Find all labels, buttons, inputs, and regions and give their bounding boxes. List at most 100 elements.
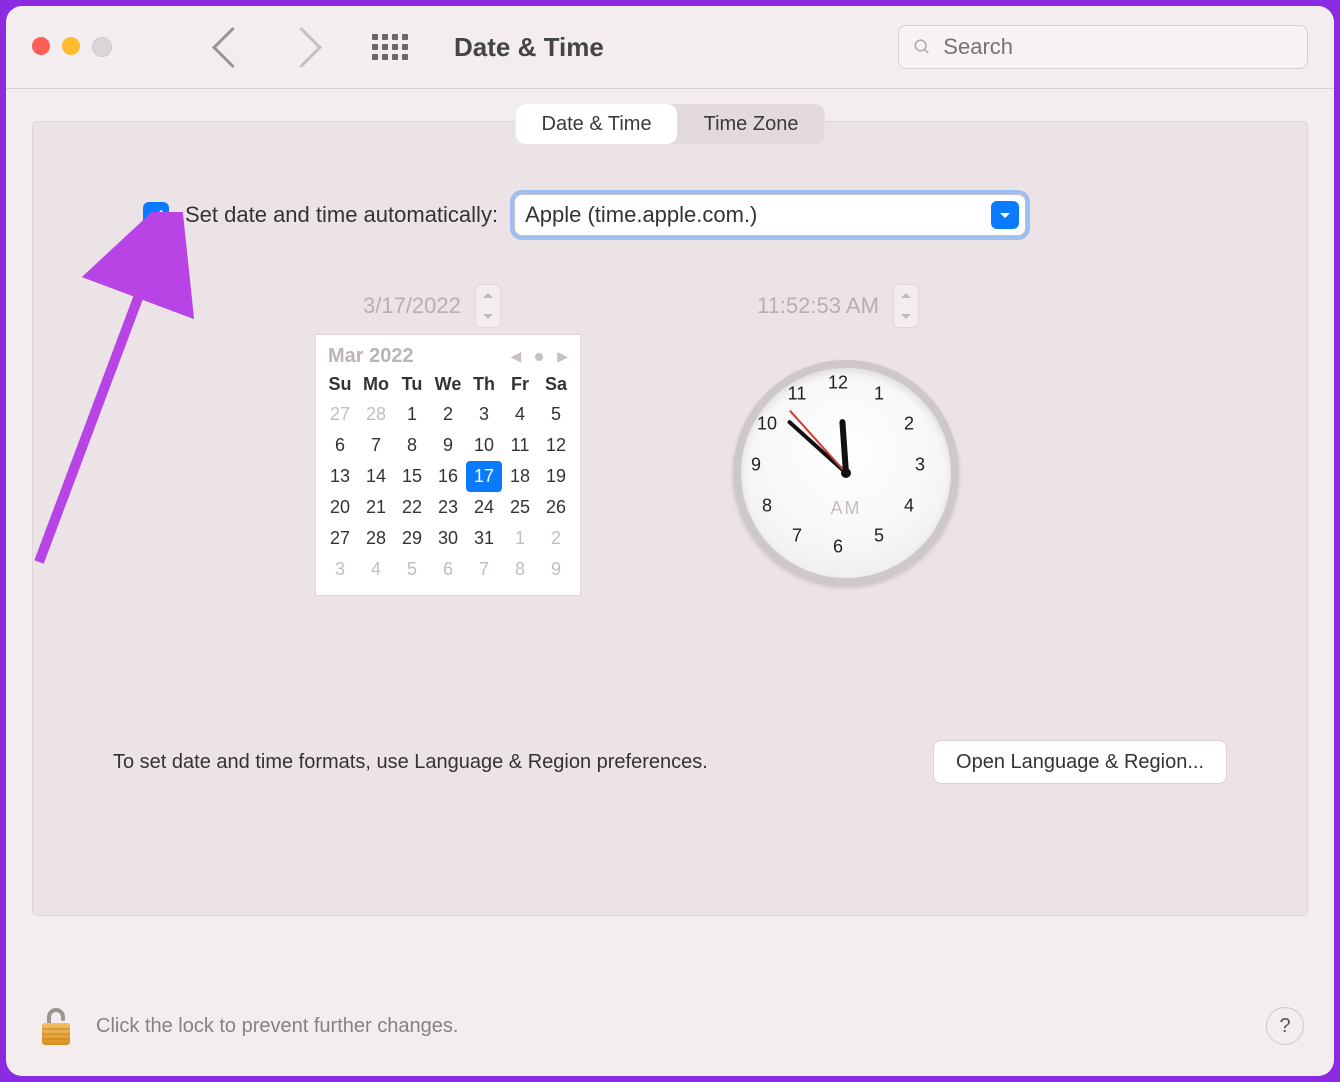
calendar-day[interactable]: 30 xyxy=(430,523,466,554)
search-input[interactable] xyxy=(941,33,1293,61)
clock-number: 1 xyxy=(874,383,884,404)
calendar-day[interactable]: 4 xyxy=(502,399,538,430)
calendar-day[interactable]: 15 xyxy=(394,461,430,492)
chevron-down-icon xyxy=(901,314,911,324)
calendar-day[interactable]: 2 xyxy=(430,399,466,430)
calendar-dow: Sa xyxy=(538,370,574,399)
calendar-prev-icon[interactable]: ◀ xyxy=(510,348,521,365)
calendar-day[interactable]: 12 xyxy=(538,430,574,461)
lock-hint: Click the lock to prevent further change… xyxy=(96,1015,458,1038)
forward-button[interactable] xyxy=(281,26,322,67)
nav-buttons xyxy=(218,33,316,62)
clock-ampm: AM xyxy=(831,498,862,519)
clock-number: 4 xyxy=(904,496,914,517)
calendar-day[interactable]: 28 xyxy=(358,399,394,430)
calendar-day[interactable]: 6 xyxy=(430,554,466,585)
calendar-day[interactable]: 27 xyxy=(322,523,358,554)
calendar-day[interactable]: 23 xyxy=(430,492,466,523)
calendar-day[interactable]: 27 xyxy=(322,399,358,430)
calendar-day[interactable]: 9 xyxy=(430,430,466,461)
tab-time-zone[interactable]: Time Zone xyxy=(678,104,825,144)
calendar-day[interactable]: 19 xyxy=(538,461,574,492)
calendar-day[interactable]: 11 xyxy=(502,430,538,461)
calendar-day[interactable]: 8 xyxy=(394,430,430,461)
calendar-header: Mar 2022 ◀ ▶ xyxy=(322,341,574,370)
calendar-day[interactable]: 14 xyxy=(358,461,394,492)
format-row: To set date and time formats, use Langua… xyxy=(113,740,1227,784)
clock-number: 8 xyxy=(762,496,772,517)
calendar-day[interactable]: 21 xyxy=(358,492,394,523)
clock-number: 2 xyxy=(904,414,914,435)
search-field[interactable] xyxy=(898,25,1308,69)
calendar-dow: Mo xyxy=(358,370,394,399)
close-window-button[interactable] xyxy=(32,37,50,55)
calendar-day[interactable]: 3 xyxy=(322,554,358,585)
date-stepper[interactable] xyxy=(475,284,501,328)
annotation-arrow xyxy=(29,212,209,572)
clock-pivot xyxy=(841,468,851,478)
calendar-day[interactable]: 13 xyxy=(322,461,358,492)
calendar-title: Mar 2022 xyxy=(328,345,414,368)
date-field[interactable]: 3/17/2022 xyxy=(353,284,501,328)
calendar-dow: Th xyxy=(466,370,502,399)
calendar-day[interactable]: 2 xyxy=(538,523,574,554)
calendar-day[interactable]: 17 xyxy=(466,461,502,492)
calendar-day[interactable]: 7 xyxy=(358,430,394,461)
bottom-bar: Click the lock to prevent further change… xyxy=(6,976,1334,1076)
calendar-day[interactable]: 6 xyxy=(322,430,358,461)
calendar-day[interactable]: 26 xyxy=(538,492,574,523)
calendar-day[interactable]: 24 xyxy=(466,492,502,523)
preferences-window: Date & Time Date & Time Time Zone Set da… xyxy=(6,6,1334,1076)
calendar-dow: Fr xyxy=(502,370,538,399)
calendar-day[interactable]: 18 xyxy=(502,461,538,492)
clock-number: 7 xyxy=(792,526,802,547)
back-button[interactable] xyxy=(212,26,253,67)
calendar-grid: SuMoTuWeThFrSa27281234567891011121314151… xyxy=(322,370,574,585)
calendar-day[interactable]: 7 xyxy=(466,554,502,585)
calendar-day[interactable]: 5 xyxy=(394,554,430,585)
calendar-day[interactable]: 8 xyxy=(502,554,538,585)
calendar-day[interactable]: 3 xyxy=(466,399,502,430)
set-automatically-checkbox[interactable] xyxy=(143,202,169,228)
calendar-today-icon[interactable] xyxy=(535,353,543,361)
calendar-day[interactable]: 1 xyxy=(502,523,538,554)
lock-icon[interactable] xyxy=(36,1003,76,1049)
calendar[interactable]: Mar 2022 ◀ ▶ SuMoTuWeThFrSa2728123456789… xyxy=(315,334,581,596)
auto-row: Set date and time automatically: Apple (… xyxy=(143,194,1026,236)
clock-number: 12 xyxy=(828,373,848,394)
help-button[interactable]: ? xyxy=(1266,1007,1304,1045)
time-stepper[interactable] xyxy=(893,284,919,328)
chevron-up-icon xyxy=(483,288,493,298)
calendar-day[interactable]: 1 xyxy=(394,399,430,430)
minimize-window-button[interactable] xyxy=(62,37,80,55)
calendar-day[interactable]: 10 xyxy=(466,430,502,461)
calendar-day[interactable]: 25 xyxy=(502,492,538,523)
page-title: Date & Time xyxy=(454,32,604,63)
tab-date-time[interactable]: Date & Time xyxy=(516,104,678,144)
search-icon xyxy=(913,37,931,57)
calendar-day[interactable]: 20 xyxy=(322,492,358,523)
time-value: 11:52:53 AM xyxy=(747,287,889,325)
show-all-icon[interactable] xyxy=(372,34,408,60)
zoom-window-button[interactable] xyxy=(92,37,112,57)
window-controls xyxy=(32,37,112,57)
calendar-day[interactable]: 16 xyxy=(430,461,466,492)
open-language-region-button[interactable]: Open Language & Region... xyxy=(933,740,1227,784)
calendar-day[interactable]: 28 xyxy=(358,523,394,554)
content-area: Date & Time Time Zone Set date and time … xyxy=(6,89,1334,976)
dropdown-icon[interactable] xyxy=(991,201,1019,229)
calendar-day[interactable]: 22 xyxy=(394,492,430,523)
calendar-day[interactable]: 31 xyxy=(466,523,502,554)
time-server-value: Apple (time.apple.com.) xyxy=(525,202,757,228)
second-hand xyxy=(789,410,847,474)
clock-number: 10 xyxy=(757,414,777,435)
time-field[interactable]: 11:52:53 AM xyxy=(747,284,919,328)
calendar-day[interactable]: 5 xyxy=(538,399,574,430)
calendar-day[interactable]: 4 xyxy=(358,554,394,585)
calendar-dow: We xyxy=(430,370,466,399)
clock-number: 6 xyxy=(833,537,843,558)
calendar-day[interactable]: 9 xyxy=(538,554,574,585)
time-server-combo[interactable]: Apple (time.apple.com.) xyxy=(514,194,1026,236)
calendar-next-icon[interactable]: ▶ xyxy=(557,348,568,365)
calendar-day[interactable]: 29 xyxy=(394,523,430,554)
